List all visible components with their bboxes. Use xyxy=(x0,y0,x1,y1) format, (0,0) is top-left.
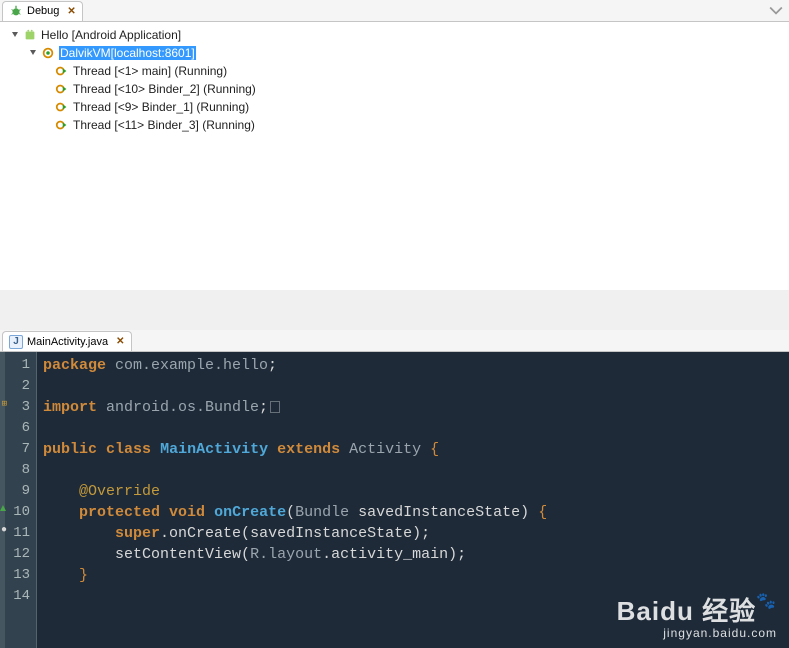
close-icon[interactable]: ✕ xyxy=(116,336,124,347)
close-icon[interactable]: ✕ xyxy=(67,6,75,17)
code-token: import xyxy=(43,399,97,416)
tree-label: Thread [<9> Binder_1] (Running) xyxy=(73,100,249,114)
tree-app-node[interactable]: Hello [Android Application] xyxy=(0,26,789,44)
editor-tab[interactable]: J MainActivity.java ✕ xyxy=(2,331,132,351)
code-token: .layout xyxy=(259,546,322,563)
tree-thread-node[interactable]: Thread [<10> Binder_2] (Running) xyxy=(0,80,789,98)
thread-icon xyxy=(54,117,70,133)
tree-thread-node[interactable]: Thread [<1> main] (Running) xyxy=(0,62,789,80)
code-token: @Override xyxy=(79,483,160,500)
code-token: ) xyxy=(448,546,457,563)
view-menu-icon[interactable] xyxy=(769,4,783,18)
code-token: } xyxy=(79,567,88,584)
code-token: setContentView xyxy=(115,546,241,563)
code-token: savedInstanceState xyxy=(250,525,412,542)
panel-divider[interactable] xyxy=(0,290,789,330)
code-token: onCreate xyxy=(214,504,286,521)
code-token: com.example.hello xyxy=(106,357,268,374)
code-token: savedInstanceState xyxy=(358,504,520,521)
code-token: .activity_main xyxy=(322,546,448,563)
tree-label: DalvikVM[localhost:8601] xyxy=(59,46,196,60)
code-token: MainActivity xyxy=(160,441,268,458)
code-token: ( xyxy=(286,504,295,521)
bug-icon xyxy=(9,4,23,18)
code-token: { xyxy=(538,504,547,521)
fold-placeholder-icon[interactable] xyxy=(270,401,280,413)
code-content[interactable]: package com.example.hello; import androi… xyxy=(36,352,789,648)
code-token: ; xyxy=(421,525,430,542)
code-token: package xyxy=(43,357,106,374)
code-token: protected xyxy=(79,504,160,521)
twisty-icon[interactable] xyxy=(10,30,20,40)
editor-tabbar: J MainActivity.java ✕ xyxy=(0,330,789,352)
code-token: public xyxy=(43,441,97,458)
code-token: R xyxy=(250,546,259,563)
code-token: ) xyxy=(412,525,421,542)
debug-tree[interactable]: Hello [Android Application] DalvikVM[loc… xyxy=(0,22,789,290)
code-token: ( xyxy=(241,546,250,563)
code-token: ; xyxy=(259,399,268,416)
code-token: extends xyxy=(277,441,340,458)
debug-tab-label: Debug xyxy=(27,5,59,17)
override-marker-icon[interactable] xyxy=(0,499,7,507)
thread-icon xyxy=(54,99,70,115)
editor-tab-label: MainActivity.java xyxy=(27,336,108,348)
code-token: class xyxy=(106,441,151,458)
tree-label: Thread [<1> main] (Running) xyxy=(73,64,227,78)
code-token: void xyxy=(169,504,205,521)
code-token: ( xyxy=(241,525,250,542)
android-app-icon xyxy=(22,27,38,43)
code-token: Bundle xyxy=(295,504,349,521)
debug-tabbar: Debug ✕ xyxy=(0,0,789,22)
code-token: ; xyxy=(268,357,277,374)
tree-thread-node[interactable]: Thread [<9> Binder_1] (Running) xyxy=(0,98,789,116)
tree-label: Thread [<10> Binder_2] (Running) xyxy=(73,82,256,96)
code-token: android.os.Bundle xyxy=(97,399,259,416)
code-token: .onCreate xyxy=(160,525,241,542)
breakpoint-marker-icon[interactable]: ● xyxy=(0,520,7,528)
debug-panel: Debug ✕ Hello [Android Application] xyxy=(0,0,789,290)
code-token: { xyxy=(430,441,439,458)
debug-tab[interactable]: Debug ✕ xyxy=(2,1,83,21)
code-token: ; xyxy=(457,546,466,563)
twisty-icon[interactable] xyxy=(28,48,38,58)
thread-icon xyxy=(54,81,70,97)
line-number-gutter[interactable]: ⊞ ● 1 2 3 6 7 8 9 10 11 12 13 14 xyxy=(0,352,36,648)
code-token: ) xyxy=(520,504,529,521)
code-token: Activity xyxy=(349,441,421,458)
tree-label: Hello [Android Application] xyxy=(41,28,181,42)
tree-thread-node[interactable]: Thread [<11> Binder_3] (Running) xyxy=(0,116,789,134)
tree-vm-node[interactable]: DalvikVM[localhost:8601] xyxy=(0,44,789,62)
editor-panel: J MainActivity.java ✕ ⊞ ● 1 2 3 6 7 8 9 … xyxy=(0,330,789,648)
code-editor[interactable]: ⊞ ● 1 2 3 6 7 8 9 10 11 12 13 14 package… xyxy=(0,352,789,648)
fold-expand-icon[interactable]: ⊞ xyxy=(0,394,7,402)
dalvik-vm-icon xyxy=(40,45,56,61)
thread-icon xyxy=(54,63,70,79)
tree-label: Thread [<11> Binder_3] (Running) xyxy=(73,118,255,132)
code-token: super xyxy=(115,525,160,542)
java-file-icon: J xyxy=(9,335,23,349)
